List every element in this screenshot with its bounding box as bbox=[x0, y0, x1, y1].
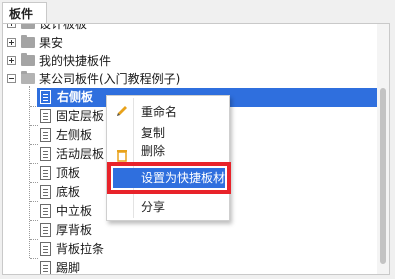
tree-item-kickboard[interactable]: 踢脚 bbox=[3, 259, 377, 275]
folder-icon bbox=[21, 53, 35, 66]
folder-icon bbox=[21, 24, 35, 29]
document-icon bbox=[40, 147, 51, 161]
tree-item-label: 某公司板件(入门教程例子) bbox=[39, 72, 181, 86]
tree-item-label: 中立板 bbox=[56, 204, 93, 218]
tree-item-label: 厚背板 bbox=[56, 223, 93, 237]
collapse-icon[interactable] bbox=[7, 74, 16, 83]
expand-icon[interactable] bbox=[7, 24, 16, 28]
tree-item-label: 顶板 bbox=[56, 166, 81, 180]
tree-item-company-panels[interactable]: 某公司板件(入门教程例子) bbox=[3, 70, 377, 89]
tree-item-my-quick-panels[interactable]: 我的快捷板件 bbox=[3, 52, 377, 71]
document-icon bbox=[40, 109, 51, 123]
document-icon bbox=[40, 261, 51, 274]
expand-icon[interactable] bbox=[7, 56, 16, 65]
tree-item-guoan[interactable]: 果安 bbox=[3, 34, 377, 53]
folder-open-icon bbox=[21, 71, 35, 84]
document-icon bbox=[40, 166, 51, 180]
trash-icon bbox=[117, 150, 127, 162]
tree-item-thick-back-panel[interactable]: 厚背板 bbox=[3, 221, 377, 240]
tree-item-back-panel-strip[interactable]: 背板拉条 bbox=[3, 240, 377, 259]
tree-item-label: 左侧板 bbox=[56, 128, 93, 142]
tree-item-label: 设计板板 bbox=[39, 23, 88, 31]
vertical-scrollbar[interactable] bbox=[377, 24, 389, 274]
folder-icon bbox=[21, 35, 35, 48]
document-icon bbox=[40, 185, 51, 199]
tab-bankuai[interactable]: 板件 bbox=[2, 2, 47, 24]
document-icon bbox=[40, 90, 51, 104]
highlight-annotation-box bbox=[107, 162, 231, 194]
menu-item-copy[interactable]: 复制 bbox=[141, 123, 165, 143]
tree-item-label: 踢脚 bbox=[56, 261, 81, 275]
tree-item-label: 背板拉条 bbox=[56, 242, 105, 256]
menu-item-share[interactable]: 分享 bbox=[141, 197, 165, 217]
tree-item-label: 底板 bbox=[56, 185, 81, 199]
document-icon bbox=[40, 204, 51, 218]
pencil-icon bbox=[117, 106, 127, 116]
tree-item-partial[interactable]: 设计板板 bbox=[3, 23, 377, 34]
scrollbar-thumb[interactable] bbox=[380, 88, 386, 264]
expand-icon[interactable] bbox=[7, 38, 16, 47]
tree-item-label: 果安 bbox=[39, 36, 64, 50]
tree-item-label: 我的快捷板件 bbox=[39, 54, 112, 68]
menu-item-delete[interactable]: 删除 bbox=[141, 144, 165, 158]
document-icon bbox=[40, 223, 51, 237]
context-menu: 重命名 复制 删除 设置为快捷板材 分享 bbox=[106, 95, 230, 221]
tree-item-label: 右侧板 bbox=[57, 90, 94, 104]
tree-item-label: 固定层板 bbox=[56, 109, 105, 123]
document-icon bbox=[40, 242, 51, 256]
menu-item-rename[interactable]: 重命名 bbox=[141, 102, 177, 122]
document-icon bbox=[40, 128, 51, 142]
tree-item-label: 活动层板 bbox=[56, 147, 105, 161]
menu-icon-separator bbox=[133, 98, 134, 218]
